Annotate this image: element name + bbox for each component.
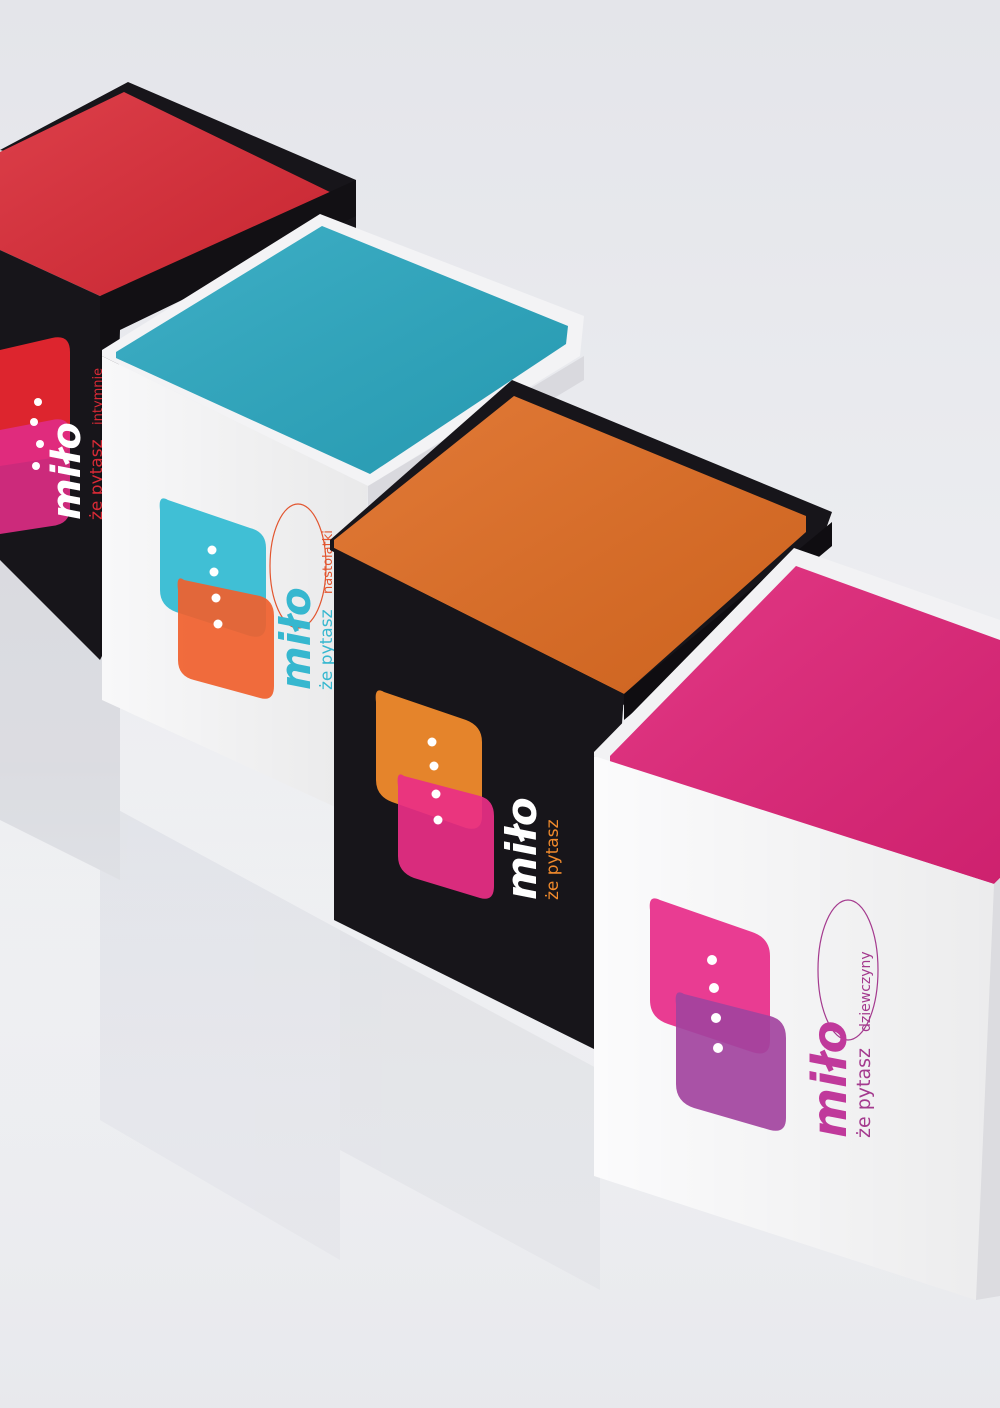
boxes-scene: miło że pytasz intymnie miło że pytasz n… <box>0 0 1000 1408</box>
box-teal-brand: miło <box>271 587 320 690</box>
box-pink-edition: dziewczyny <box>858 951 874 1032</box>
box-red-brand: miło <box>44 422 90 520</box>
box-orange-brand: miło <box>497 797 546 900</box>
product-photo: miło że pytasz intymnie miło że pytasz n… <box>0 0 1000 1408</box>
box-pink-tagline: że pytasz <box>853 1048 875 1138</box>
box-pink-brand: miło <box>802 1021 858 1138</box>
box-orange-tagline: że pytasz <box>543 819 563 900</box>
